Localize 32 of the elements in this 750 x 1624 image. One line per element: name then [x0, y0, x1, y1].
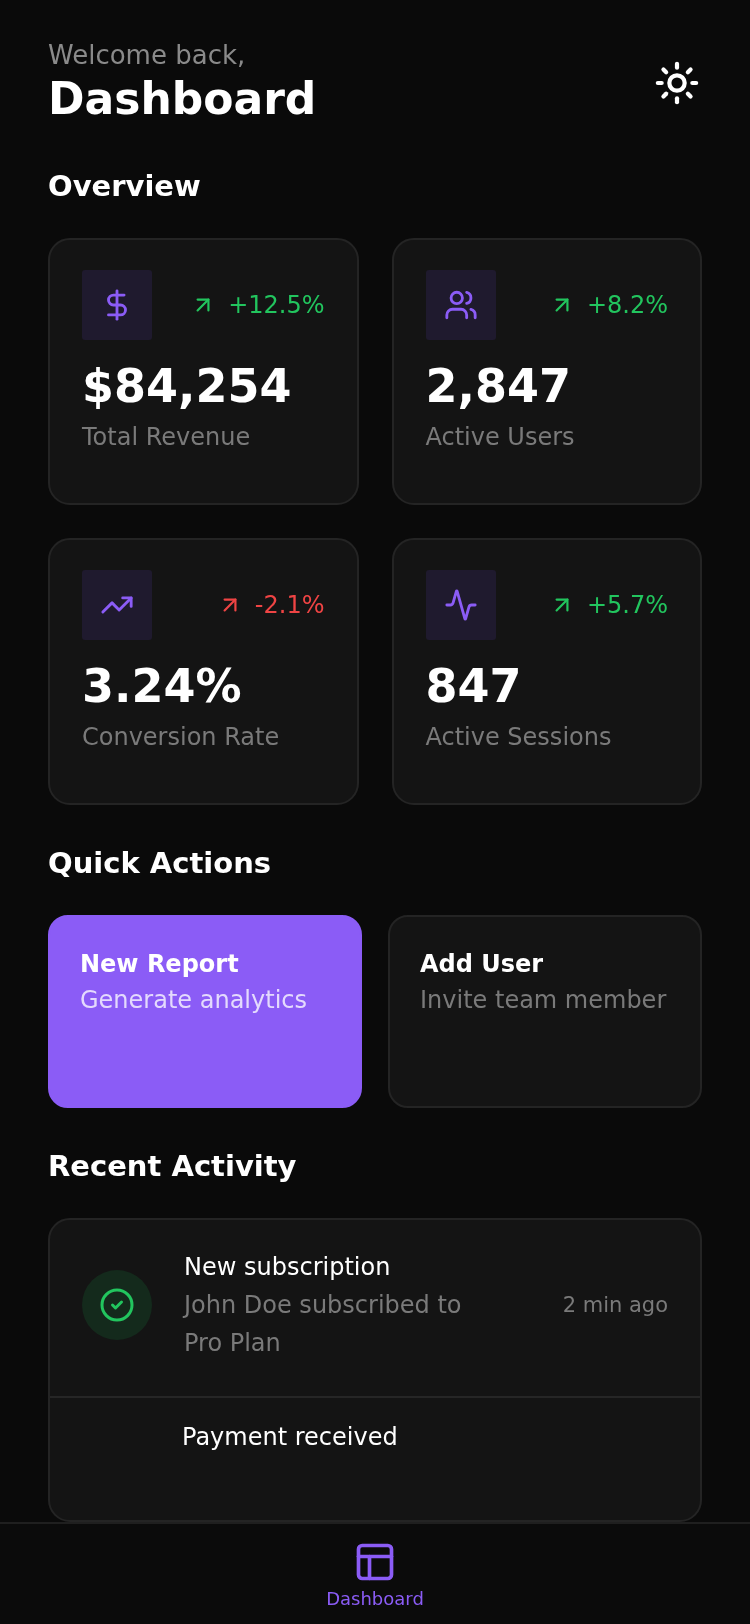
quick-action-card[interactable]: New Report Generate analytics: [48, 915, 362, 1108]
tab[interactable]: Dashboard: [316, 1524, 434, 1624]
section-title: Quick Actions: [48, 845, 273, 882]
sun-icon: [654, 60, 700, 106]
section-title: Overview: [48, 168, 202, 205]
users-icon: [443, 288, 478, 322]
trend-value: +12.5%: [228, 291, 325, 319]
action-title: New Report: [80, 949, 239, 980]
section-title: Recent Activity: [48, 1148, 298, 1185]
page-title: Dashboard: [48, 72, 317, 126]
pulse-icon: [443, 588, 478, 622]
stat-value: 847: [425, 658, 523, 714]
theme-toggle-button[interactable]: [654, 60, 700, 106]
action-subtitle: Invite team member: [420, 985, 667, 1016]
trend-value: +8.2%: [586, 291, 668, 319]
trend-value: +5.7%: [586, 591, 668, 619]
action-subtitle: Generate analytics: [80, 985, 307, 1016]
stat-label: Active Sessions: [425, 722, 613, 753]
activity-description: John Doe subscribed to Pro Plan: [184, 1290, 463, 1359]
stat-value: $84,254: [82, 358, 293, 414]
stat-label: Active Users: [425, 422, 576, 453]
stat-label: Conversion Rate: [82, 722, 281, 753]
stat-label: Total Revenue: [82, 422, 252, 453]
activity-title: Payment received: [182, 1422, 399, 1453]
trend-value: -2.1%: [254, 591, 325, 619]
stat-value: 2,847: [425, 358, 572, 414]
action-title: Add User: [420, 949, 544, 980]
activity-title: New subscription: [184, 1252, 392, 1283]
stat-value: 3.24%: [82, 658, 243, 714]
greeting: Welcome back,: [48, 39, 247, 72]
activity-time: 2 min ago: [562, 1293, 668, 1317]
quick-action-card[interactable]: Add User Invite team member: [388, 915, 702, 1108]
